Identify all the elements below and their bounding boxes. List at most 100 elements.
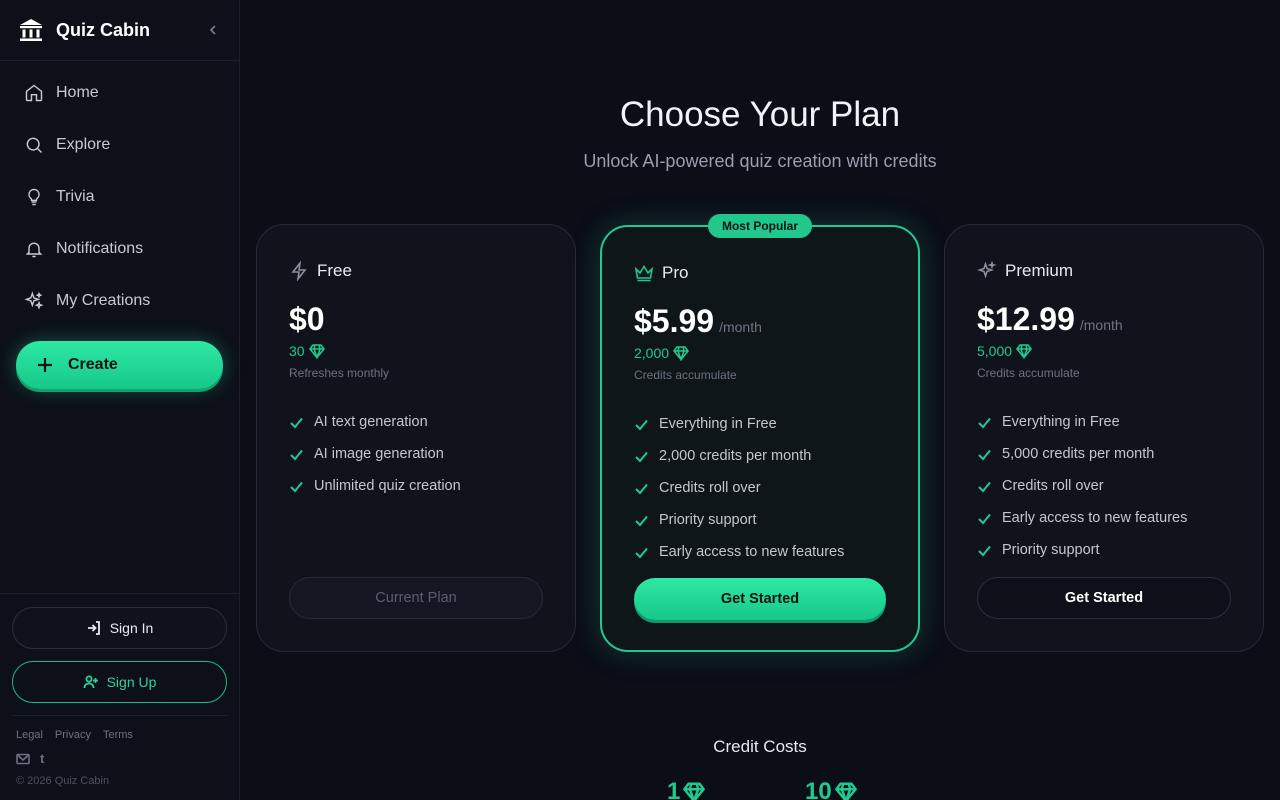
premium-get-started-button[interactable]: Get Started xyxy=(977,577,1231,619)
list-item: Priority support xyxy=(977,534,1187,566)
plan-name: Pro xyxy=(662,263,689,282)
gem-icon xyxy=(834,782,857,800)
gem-icon xyxy=(683,782,706,800)
footer-links: Legal Privacy Terms xyxy=(16,729,133,741)
plan-name: Premium xyxy=(1005,261,1074,280)
feature-list: Everything in Free 2,000 credits per mon… xyxy=(634,408,844,568)
copyright: © 2026 Quiz Cabin xyxy=(16,775,110,787)
credit-cost-value: 1 xyxy=(667,778,681,800)
check-icon xyxy=(290,481,303,492)
check-icon xyxy=(635,451,648,462)
check-icon xyxy=(635,419,648,430)
privacy-link[interactable]: Privacy xyxy=(55,729,91,741)
sidebar-item-label: My Creations xyxy=(56,292,151,309)
feature-text: Credits roll over xyxy=(659,480,761,496)
price-amount: $0 xyxy=(289,301,325,337)
list-item: AI image generation xyxy=(289,438,461,470)
sidebar-item-trivia[interactable]: Trivia xyxy=(0,171,239,223)
create-button-label: Create xyxy=(68,356,118,373)
gem-icon xyxy=(673,346,690,361)
feature-text: Priority support xyxy=(659,512,757,528)
most-popular-badge: Most Popular xyxy=(708,214,812,238)
credits-amount: 5,000 xyxy=(977,343,1013,359)
list-item: 5,000 credits per month xyxy=(977,438,1187,470)
list-item: Everything in Free xyxy=(977,406,1187,438)
legal-link[interactable]: Legal xyxy=(16,729,43,741)
brand-name: Quiz Cabin xyxy=(56,19,150,40)
plan-header: Free xyxy=(289,261,352,281)
sidebar-footer: Sign In Sign Up Legal Privacy Terms t © … xyxy=(0,593,239,800)
list-item: Early access to new features xyxy=(634,536,844,568)
bell-icon xyxy=(25,242,43,258)
plan-card-free: Free $0 30 Refreshes monthly AI text gen… xyxy=(256,224,576,652)
current-plan-button[interactable]: Current Plan xyxy=(289,577,543,619)
home-icon xyxy=(25,84,43,102)
check-icon xyxy=(978,417,991,428)
user-plus-icon xyxy=(83,675,98,689)
list-item: Unlimited quiz creation xyxy=(289,470,461,502)
sidebar-item-home[interactable]: Home xyxy=(0,67,239,119)
list-item: AI text generation xyxy=(289,406,461,438)
feature-list: AI text generation AI image generation U… xyxy=(289,406,461,502)
sign-in-button[interactable]: Sign In xyxy=(12,607,227,649)
sidebar-item-explore[interactable]: Explore xyxy=(0,119,239,171)
feature-text: AI image generation xyxy=(314,446,444,462)
credit-cost-item: 1 xyxy=(667,778,706,800)
sidebar-item-my-creations[interactable]: My Creations xyxy=(0,275,239,327)
price-amount: $5.99 xyxy=(634,303,715,339)
list-item: 2,000 credits per month xyxy=(634,440,844,472)
credits-amount: 2,000 xyxy=(634,345,670,361)
check-icon xyxy=(635,547,648,558)
plan-header: Premium xyxy=(977,261,1073,281)
credit-costs-title: Credit Costs xyxy=(713,737,807,756)
divider xyxy=(12,715,228,716)
list-item: Early access to new features xyxy=(977,502,1187,534)
feature-text: Credits roll over xyxy=(1002,478,1104,494)
feature-text: Early access to new features xyxy=(1002,510,1188,526)
plan-price: $12.99 /month xyxy=(977,301,1123,338)
gem-icon xyxy=(1016,344,1033,359)
sign-up-label: Sign Up xyxy=(106,674,157,690)
sidebar-item-notifications[interactable]: Notifications xyxy=(0,223,239,275)
list-item: Credits roll over xyxy=(977,470,1187,502)
social-links: t xyxy=(16,752,44,766)
price-period: /month xyxy=(719,319,762,335)
list-item: Everything in Free xyxy=(634,408,844,440)
plan-price: $0 xyxy=(289,301,325,338)
check-icon xyxy=(978,481,991,492)
chevron-left-icon[interactable] xyxy=(205,22,221,38)
tumblr-icon[interactable]: t xyxy=(40,752,44,766)
sparkles-icon xyxy=(977,261,997,279)
create-button[interactable]: Create xyxy=(16,341,223,389)
feature-text: 5,000 credits per month xyxy=(1002,446,1155,462)
gem-icon xyxy=(308,344,325,359)
list-item: Credits roll over xyxy=(634,472,844,504)
pro-get-started-button[interactable]: Get Started xyxy=(634,578,886,620)
plan-price: $5.99 /month xyxy=(634,303,762,340)
feature-text: Priority support xyxy=(1002,542,1100,558)
sparkles-icon xyxy=(24,291,44,310)
feature-text: Unlimited quiz creation xyxy=(314,478,461,494)
plan-card-pro: Most Popular Pro $5.99 /month 2,000 Cred… xyxy=(600,214,920,652)
credit-cost-item: 10 xyxy=(805,778,857,800)
credit-cost-value: 10 xyxy=(805,778,832,800)
sidebar-item-label: Notifications xyxy=(56,240,144,257)
plan-credits: 30 xyxy=(289,343,325,359)
bank-logo-icon xyxy=(20,19,42,41)
list-item: Priority support xyxy=(634,504,844,536)
check-icon xyxy=(978,513,991,524)
sidebar-nav: Home Explore Trivia Notifications My Cre… xyxy=(0,61,239,327)
credits-note: Credits accumulate xyxy=(977,366,1080,380)
sidebar: Quiz Cabin Home Explore Trivia Notificat… xyxy=(0,0,240,800)
page-title: Choose Your Plan xyxy=(619,95,901,134)
terms-link[interactable]: Terms xyxy=(103,729,133,741)
mail-icon[interactable] xyxy=(16,752,30,766)
plan-credits: 5,000 xyxy=(977,343,1033,359)
feature-text: AI text generation xyxy=(314,414,428,430)
plan-card-premium: Premium $12.99 /month 5,000 Credits accu… xyxy=(944,224,1264,652)
pricing-main: Choose Your Plan Unlock AI-powered quiz … xyxy=(240,0,1280,800)
sign-up-button[interactable]: Sign Up xyxy=(12,661,227,703)
feature-list: Everything in Free 5,000 credits per mon… xyxy=(977,406,1187,566)
feature-text: Early access to new features xyxy=(659,544,845,560)
plan-header: Pro xyxy=(634,263,688,283)
